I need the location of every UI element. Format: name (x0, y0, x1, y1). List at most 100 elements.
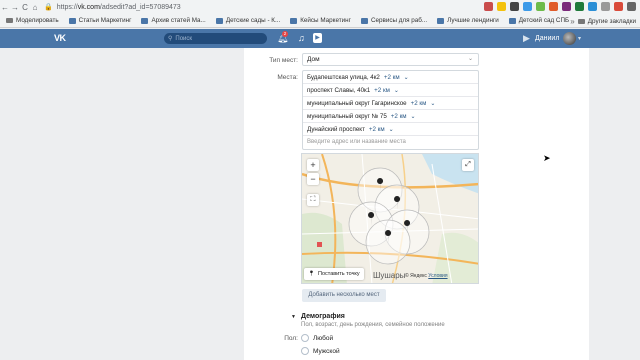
bookmark-icon (215, 17, 223, 24)
menu-icon[interactable] (627, 2, 636, 11)
place-item[interactable]: муниципальный округ Гагаринское +2 км ⌄ (303, 97, 478, 110)
bookmark-item[interactable]: Моделировать (6, 17, 59, 24)
search-placeholder: Поиск (175, 35, 193, 42)
music-icon[interactable]: ♫ (298, 33, 305, 43)
chevron-right-icon[interactable]: » (570, 17, 574, 26)
bookmark-item[interactable]: Лучшие лендинги (437, 17, 499, 24)
bookmark-label: Детские сады - К... (225, 17, 281, 24)
radius-dropdown[interactable]: +2 км (391, 113, 407, 120)
place-item[interactable]: проспект Славы, 40к1 +2 км ⌄ (303, 84, 478, 97)
extension-icon[interactable] (588, 2, 597, 11)
bookmark-item[interactable]: Детские сады - К... (215, 17, 281, 24)
bookmark-icon (141, 17, 149, 24)
bookmark-icon (360, 17, 368, 24)
extension-icon[interactable] (614, 2, 623, 11)
bookmark-label: Детский сад СПБ (518, 17, 570, 24)
back-arrow-icon[interactable]: ← (0, 3, 10, 12)
bookmark-icon (508, 17, 516, 24)
extension-icon[interactable] (523, 2, 532, 11)
bookmark-label: Моделировать (16, 17, 59, 24)
place-name: проспект Славы, 40к1 (307, 86, 371, 94)
bookmark-item[interactable]: Детский сад СПБ (508, 17, 570, 24)
lock-icon: 🔒 (44, 4, 53, 11)
collapse-arrow-icon[interactable]: ▼ (291, 314, 296, 320)
demography-subtitle: Пол, возраст, день рождения, семейное по… (301, 322, 445, 328)
extension-icon[interactable] (575, 2, 584, 11)
bookmark-item[interactable]: Архив статей Ма... (141, 17, 206, 24)
extension-icon[interactable] (510, 2, 519, 11)
star-icon[interactable] (497, 2, 506, 11)
user-name[interactable]: Даниил (535, 35, 559, 42)
url-path: /adsedit?ad_id=57089473 (99, 3, 181, 11)
place-item[interactable]: муниципальный округ № 75 +2 км ⌄ (303, 110, 478, 123)
gender-option-male[interactable]: Мужской (301, 347, 340, 355)
radius-dropdown[interactable]: +2 км (384, 74, 400, 81)
map-copyright-text: © Яндекс (405, 273, 427, 279)
chevron-down-icon: ⌄ (430, 99, 436, 107)
chevron-down-icon: ⌄ (410, 112, 416, 120)
search-input[interactable]: ⚲ Поиск (164, 33, 267, 44)
radius-dropdown[interactable]: +2 км (411, 100, 427, 107)
bookmark-icon (437, 17, 445, 24)
play-icon[interactable]: ▶ (313, 33, 322, 43)
extension-icon[interactable] (549, 2, 558, 11)
map-canvas (302, 154, 478, 283)
mouse-cursor-icon: ➤ (543, 153, 551, 163)
vk-logo[interactable]: VK (54, 33, 66, 43)
radio-button[interactable] (301, 334, 309, 342)
search-icon: ⚲ (168, 36, 173, 42)
fullscreen-icon[interactable]: ⤢ (462, 159, 474, 171)
url-host: vk.com (77, 3, 100, 11)
gender-label: Пол: (284, 335, 298, 342)
chevron-down-icon: ⌄ (393, 86, 400, 94)
chevron-down-icon: ⌄ (467, 56, 473, 62)
place-search-input[interactable]: Введите адрес или название места (307, 139, 406, 145)
map-terms-link[interactable]: Условия (428, 273, 447, 279)
notification-badge: 2 (282, 31, 288, 37)
bookmark-item[interactable]: Сервисы для раб... (360, 17, 428, 24)
chevron-down-icon[interactable]: ▾ (578, 35, 581, 42)
place-name: Будапештская улица, 4к2 (307, 73, 380, 81)
bookmark-icon (290, 17, 298, 24)
bookmark-item[interactable]: Кейсы Маркетинг (290, 17, 351, 24)
home-icon[interactable]: ⌂ (30, 3, 40, 12)
other-bookmarks[interactable]: Другие закладки (577, 18, 636, 25)
radio-button[interactable] (301, 347, 309, 355)
place-item[interactable]: Дунайский проспект +2 км ⌄ (303, 123, 478, 136)
forward-arrow-icon[interactable]: → (10, 3, 20, 12)
fit-bounds-icon[interactable]: ⛶ (307, 194, 319, 206)
bookmark-label: Сервисы для раб... (370, 17, 428, 24)
radius-dropdown[interactable]: +2 км (374, 87, 390, 94)
bookmarks-bar: Моделировать Статьи Маркетинг Архив стат… (0, 14, 640, 28)
map[interactable]: + − ⛶ ⤢ (301, 153, 479, 284)
extension-icon[interactable] (536, 2, 545, 11)
radius-dropdown[interactable]: +2 км (369, 126, 385, 133)
bookmark-icon (68, 17, 76, 24)
place-name: Дунайский проспект (307, 125, 365, 133)
avatar[interactable] (563, 32, 576, 45)
gender-option-any[interactable]: Любой (301, 334, 333, 342)
bookmark-label: Архив статей Ма... (151, 17, 206, 24)
url-field[interactable]: https://vk.com/adsedit?ad_id=57089473 (57, 4, 181, 11)
demography-title[interactable]: Демография (301, 313, 345, 320)
bookmark-item[interactable]: Статьи Маркетинг (68, 17, 132, 24)
place-type-select[interactable]: Дом ⌄ (302, 53, 479, 66)
player-play-icon[interactable]: ▶ (523, 33, 530, 44)
other-bookmarks-label: Другие закладки (587, 18, 636, 25)
add-places-button[interactable]: Добавить несколько мест (302, 289, 386, 302)
chevron-down-icon: ⌄ (388, 125, 394, 133)
bookmark-label: Статьи Маркетинг (78, 17, 132, 24)
extension-icon[interactable] (562, 2, 571, 11)
reload-icon[interactable]: C (20, 3, 30, 12)
zoom-out-button[interactable]: − (307, 173, 319, 185)
places-list: Будапештская улица, 4к2 +2 км ⌄ проспект… (302, 70, 479, 150)
chevron-down-icon: ⌄ (403, 73, 409, 81)
extension-icon[interactable] (601, 2, 610, 11)
map-city-label: Шушары (373, 271, 406, 280)
zoom-in-button[interactable]: + (307, 159, 319, 171)
place-item[interactable]: Будапештская улица, 4к2 +2 км ⌄ (303, 71, 478, 84)
vk-header: VK ⚲ Поиск 🔔︎ 2 ♫ ▶ ▶ Даниил ▾ (0, 29, 640, 48)
extension-icon[interactable] (484, 2, 493, 11)
set-point-button[interactable]: 📍︎ Поставить точку (304, 268, 364, 280)
extension-icons (484, 2, 636, 11)
